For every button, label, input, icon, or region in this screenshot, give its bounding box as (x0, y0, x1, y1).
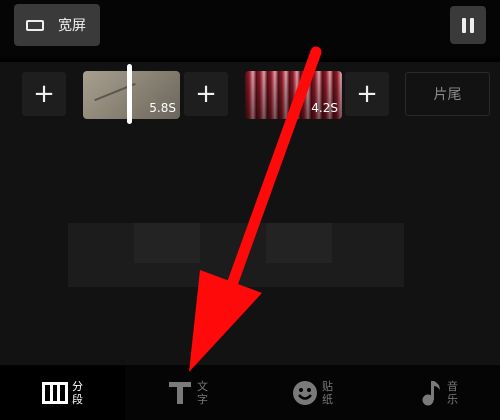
tab-label: 贴 纸 (322, 379, 333, 406)
editing-track (68, 223, 404, 287)
tab-label: 分 段 (72, 379, 83, 406)
plus-icon: + (356, 79, 378, 109)
tab-sticker[interactable]: 贴 纸 (250, 365, 375, 420)
tab-label: 音 乐 (447, 379, 458, 406)
bottom-navigation: 分 段 文 字 贴 纸 音 乐 (0, 365, 500, 420)
add-clip-button[interactable]: + (184, 72, 228, 116)
plus-icon: + (33, 79, 55, 109)
segment-icon (42, 380, 68, 406)
playhead[interactable] (127, 64, 132, 124)
pause-icon (462, 17, 466, 33)
clip-timeline: + 5.8S + 4.2S + 片尾 (0, 62, 500, 130)
editing-area (0, 130, 500, 365)
aspect-ratio-button[interactable]: 宽屏 (14, 4, 100, 46)
tab-segment[interactable]: 分 段 (0, 365, 125, 420)
music-icon (417, 380, 443, 406)
video-clip[interactable]: 4.2S (245, 71, 342, 119)
pause-button[interactable] (450, 6, 486, 44)
track-segment (134, 223, 200, 263)
widescreen-icon (26, 19, 44, 31)
add-clip-button[interactable]: + (345, 72, 389, 116)
tab-music[interactable]: 音 乐 (375, 365, 500, 420)
pause-icon-bar (470, 17, 474, 33)
aspect-ratio-label: 宽屏 (58, 18, 86, 34)
clip-duration: 5.8S (149, 101, 176, 115)
tab-label: 文 字 (197, 379, 208, 406)
ending-clip-button[interactable]: 片尾 (405, 72, 490, 116)
track-segment (266, 223, 332, 263)
text-icon (167, 380, 193, 406)
ending-label: 片尾 (433, 87, 462, 103)
plus-icon: + (195, 79, 217, 109)
clip-duration: 4.2S (311, 101, 338, 115)
add-clip-button[interactable]: + (22, 72, 66, 116)
sticker-icon (292, 380, 318, 406)
tab-text[interactable]: 文 字 (125, 365, 250, 420)
top-toolbar: 宽屏 (0, 0, 500, 58)
